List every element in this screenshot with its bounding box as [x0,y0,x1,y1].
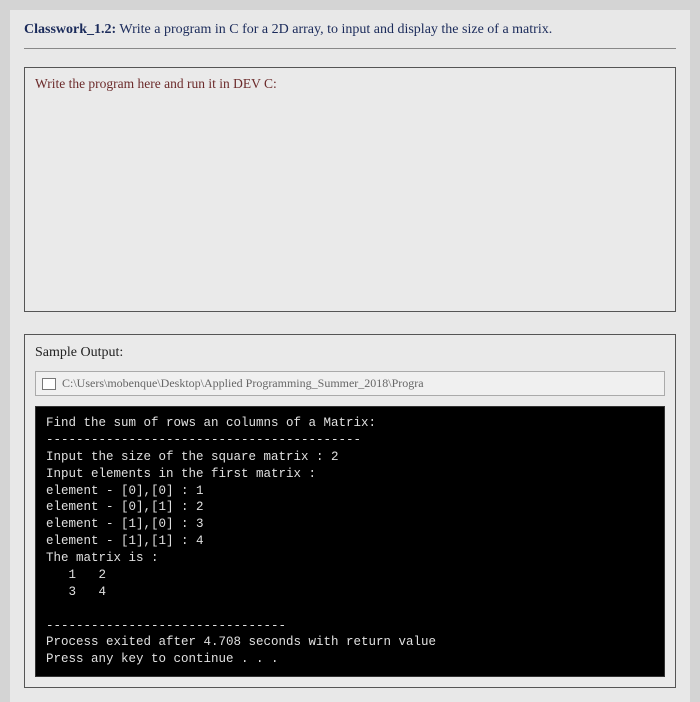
window-icon [42,378,56,390]
sample-output-box: Sample Output: C:\Users\mobenque\Desktop… [24,334,676,688]
path-text: C:\Users\mobenque\Desktop\Applied Progra… [62,376,424,391]
task-label: Classwork_1.2: [24,22,116,37]
task-text: Write a program in C for a 2D array, to … [116,22,552,37]
console-output: Find the sum of rows an columns of a Mat… [35,406,665,677]
task-header: Classwork_1.2: Write a program in C for … [24,18,676,49]
titlebar-path: C:\Users\mobenque\Desktop\Applied Progra… [35,371,665,396]
worksheet-page: Classwork_1.2: Write a program in C for … [10,10,690,702]
write-prompt: Write the program here and run it in DEV… [35,76,665,92]
write-program-box: Write the program here and run it in DEV… [24,67,676,312]
sample-title: Sample Output: [35,345,665,367]
